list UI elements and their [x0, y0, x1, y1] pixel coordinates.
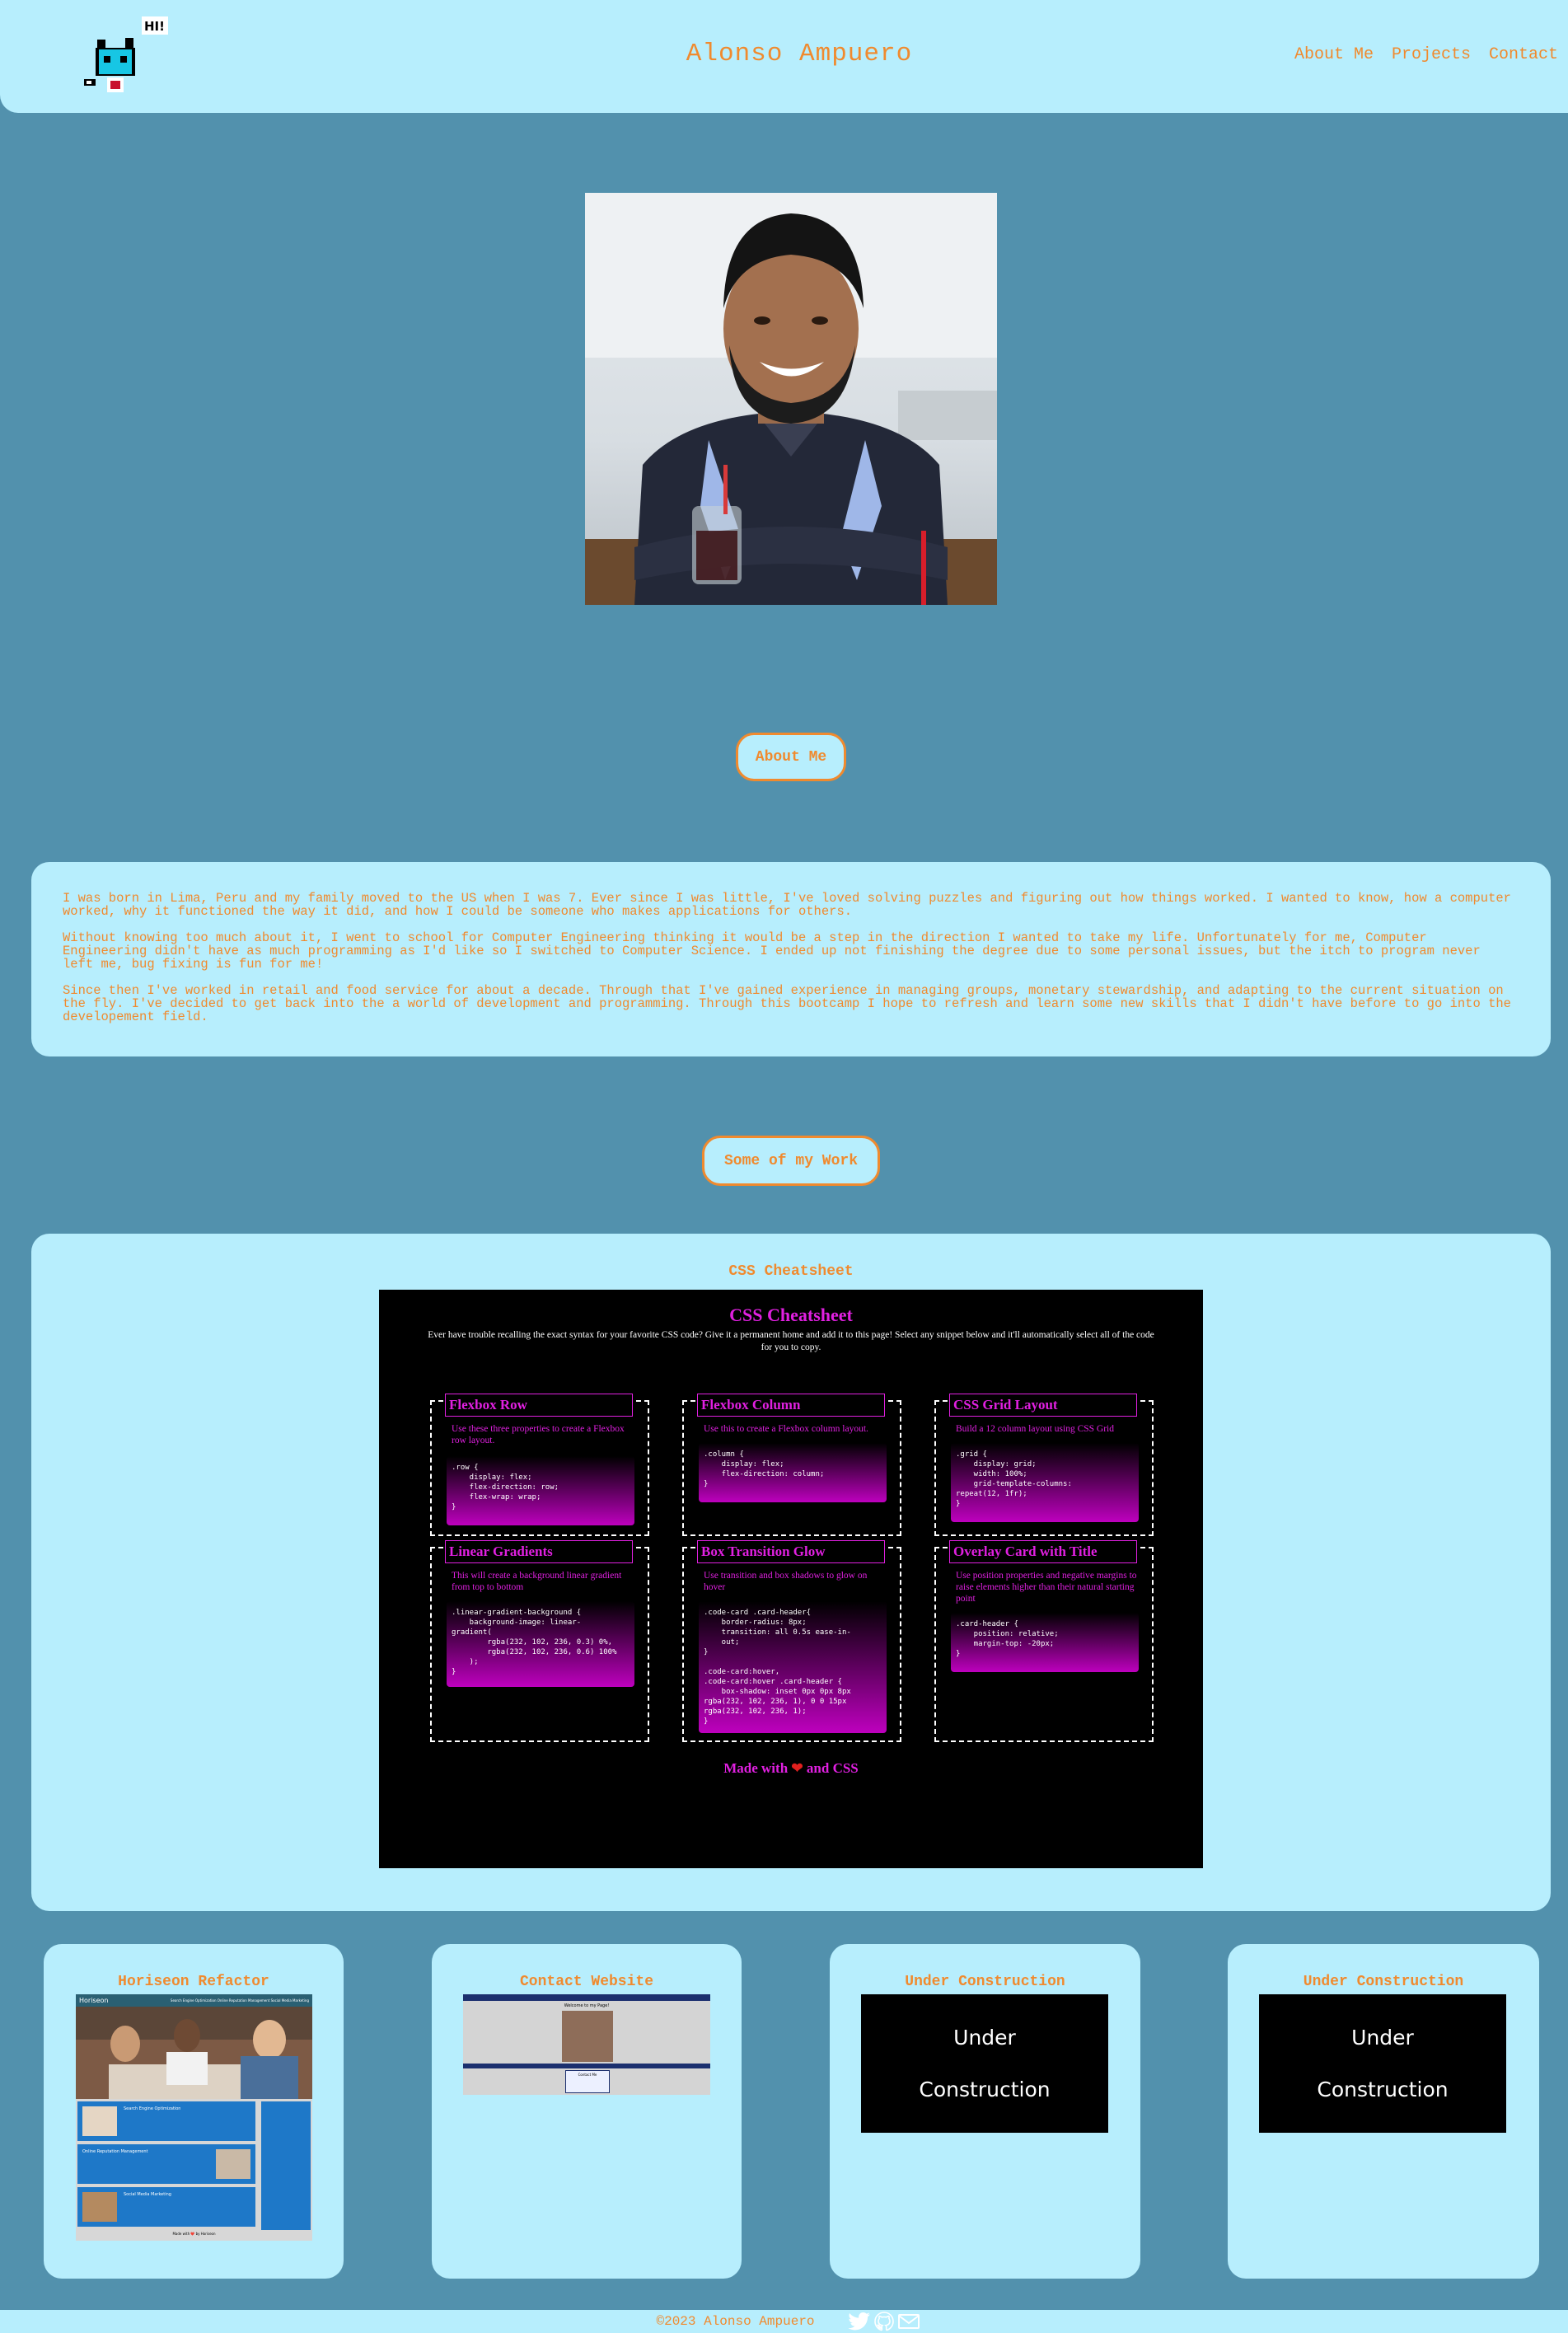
site-footer: ©2023 Alonso Ampuero [0, 2310, 1568, 2333]
about-paragraph: I was born in Lima, Peru and my family m… [63, 891, 1511, 919]
nav-about-me[interactable]: About Me [1294, 45, 1374, 64]
site-header: HI! Alonso Ampuero About Me Projects Con… [0, 0, 1568, 113]
horiseon-hero-image [76, 2007, 312, 2099]
under-construction-line: Construction [1317, 2078, 1449, 2101]
featured-project-title[interactable]: CSS Cheatsheet [31, 1263, 1551, 1280]
cheatsheet-block-title: Box Transition Glow [697, 1540, 885, 1563]
email-icon[interactable] [897, 2312, 920, 2331]
project-title[interactable]: Under Construction [830, 1974, 1140, 1990]
cheatsheet-code: .code-card .card-header{ border-radius: … [699, 1601, 887, 1733]
cheatsheet-code: .card-header { position: relative; margi… [951, 1613, 1139, 1672]
cheatsheet-block-title: Overlay Card with Title [949, 1540, 1137, 1563]
cheatsheet-block-desc: Use these three properties to create a F… [452, 1424, 625, 1445]
cheatsheet-block: Linear Gradients This will create a back… [430, 1540, 649, 1742]
featured-project-card[interactable]: CSS Cheatsheet CSS Cheatsheet Ever have … [31, 1234, 1551, 1911]
horiseon-shot-footer: Made with ❤️ by Horiseon [172, 2232, 216, 2236]
cheatsheet-code: .grid { display: grid; width: 100%; grid… [951, 1443, 1139, 1522]
cheatsheet-block-title: CSS Grid Layout [949, 1394, 1137, 1417]
cheatsheet-block-desc: Use transition and box shadows to glow o… [704, 1571, 868, 1592]
work-heading: Some of my Work [702, 1136, 880, 1186]
cheatsheet-block-title: Linear Gradients [445, 1540, 633, 1563]
under-construction-box[interactable]: Under Construction [1259, 1994, 1506, 2133]
about-paragraph: Since then I've worked in retail and foo… [63, 983, 1511, 1024]
cheatsheet-block-desc: Use this to create a Flexbox column layo… [704, 1424, 868, 1434]
cheatsheet-intro: Ever have trouble recalling the exact sy… [428, 1330, 1154, 1352]
cheatsheet-footer: Made with ❤ and CSS [379, 1760, 1203, 1777]
main-nav: About Me Projects Contact [1294, 45, 1558, 64]
about-paragraph: Without knowing too much about it, I wen… [63, 930, 1481, 972]
horiseon-shot-item-title: Online Reputation Management [82, 2149, 148, 2154]
nav-contact[interactable]: Contact [1489, 45, 1558, 64]
project-title[interactable]: Horiseon Refactor [44, 1974, 344, 1990]
horiseon-shot-content: Search Engine Optimization Online Reputa… [77, 2101, 255, 2233]
profile-photo-illustration [585, 193, 997, 605]
cheatsheet-footer-post: and CSS [806, 1760, 859, 1776]
under-construction-line: Under [1351, 2026, 1414, 2050]
contact-shot-divider [463, 2064, 710, 2068]
contact-shot-photo [562, 2011, 613, 2062]
cheatsheet-block: Box Transition Glow Use transition and b… [682, 1540, 901, 1742]
cheatsheet-block-desc: This will create a background linear gra… [452, 1571, 622, 1592]
contact-shot-box: Contact Me [565, 2070, 610, 2093]
cheatsheet-block-desc: Use position properties and negative mar… [956, 1571, 1137, 1604]
project-title[interactable]: Contact Website [432, 1974, 742, 1990]
profile-photo [585, 193, 997, 605]
cheatsheet-block: CSS Grid Layout Build a 12 column layout… [934, 1394, 1154, 1536]
footer-copyright: ©2023 Alonso Ampuero [656, 2314, 815, 2329]
nav-projects[interactable]: Projects [1392, 45, 1471, 64]
about-me-heading: About Me [736, 733, 846, 781]
cheatsheet-block: Overlay Card with Title Use position pro… [934, 1540, 1154, 1742]
horiseon-shot-item-title: Social Media Marketing [124, 2192, 171, 2197]
horiseon-shot-sidebar [261, 2101, 311, 2230]
cheatsheet-block: Flexbox Column Use this to create a Flex… [682, 1394, 901, 1536]
cheatsheet-title: CSS Cheatsheet [729, 1305, 853, 1325]
cheatsheet-screenshot[interactable]: CSS Cheatsheet Ever have trouble recalli… [379, 1290, 1203, 1868]
cheatsheet-block-title: Flexbox Row [445, 1394, 633, 1417]
project-card-under-construction[interactable]: Under Construction Under Construction [1228, 1944, 1539, 2279]
cheatsheet-block: Flexbox Row Use these three properties t… [430, 1394, 649, 1536]
horiseon-shot-item: Social Media Marketing [77, 2187, 255, 2227]
cheatsheet-code: .column { display: flex; flex-direction:… [699, 1443, 887, 1502]
horiseon-shot-item: Search Engine Optimization [77, 2101, 255, 2141]
cheatsheet-footer-pre: Made with [723, 1760, 789, 1776]
contact-website-screenshot[interactable]: Welcome to my Page! Contact Me [463, 1994, 710, 2095]
cheatsheet-block-desc: Build a 12 column layout using CSS Grid [956, 1424, 1114, 1434]
about-card: I was born in Lima, Peru and my family m… [31, 862, 1551, 1056]
logo-hi-text: HI! [144, 19, 165, 34]
horiseon-shot-item: Online Reputation Management [77, 2144, 255, 2184]
github-icon[interactable] [873, 2312, 894, 2331]
cheatsheet-code: .linear-gradient-background { background… [447, 1601, 634, 1687]
horiseon-shot-header: Horiseon Search Engine Optimization Onli… [76, 1994, 312, 2007]
horiseon-shot-item-title: Search Engine Optimization [124, 2106, 181, 2111]
footer-social-links [847, 2312, 920, 2331]
horiseon-shot-brand: Horiseon [79, 1997, 109, 2004]
contact-shot-heading: Welcome to my Page! [564, 2003, 610, 2008]
project-card-under-construction[interactable]: Under Construction Under Construction [830, 1944, 1140, 2279]
under-construction-box[interactable]: Under Construction [861, 1994, 1108, 2133]
under-construction-line: Construction [919, 2078, 1051, 2101]
project-card-contact-website[interactable]: Contact Website Welcome to my Page! Cont… [432, 1944, 742, 2279]
contact-shot-header [463, 1994, 710, 2001]
cheatsheet-block-title: Flexbox Column [697, 1394, 885, 1417]
project-card-horiseon[interactable]: Horiseon Refactor Horiseon Search Engine… [44, 1944, 344, 2279]
horiseon-shot-nav: Search Engine Optimization Online Reputa… [170, 1998, 309, 2003]
twitter-icon[interactable] [847, 2312, 871, 2331]
project-title[interactable]: Under Construction [1228, 1974, 1539, 1990]
heart-icon: ❤ [791, 1760, 803, 1776]
under-construction-line: Under [953, 2026, 1016, 2050]
cheatsheet-code: .row { display: flex; flex-direction: ro… [447, 1456, 634, 1525]
horiseon-screenshot[interactable]: Horiseon Search Engine Optimization Onli… [76, 1994, 312, 2241]
